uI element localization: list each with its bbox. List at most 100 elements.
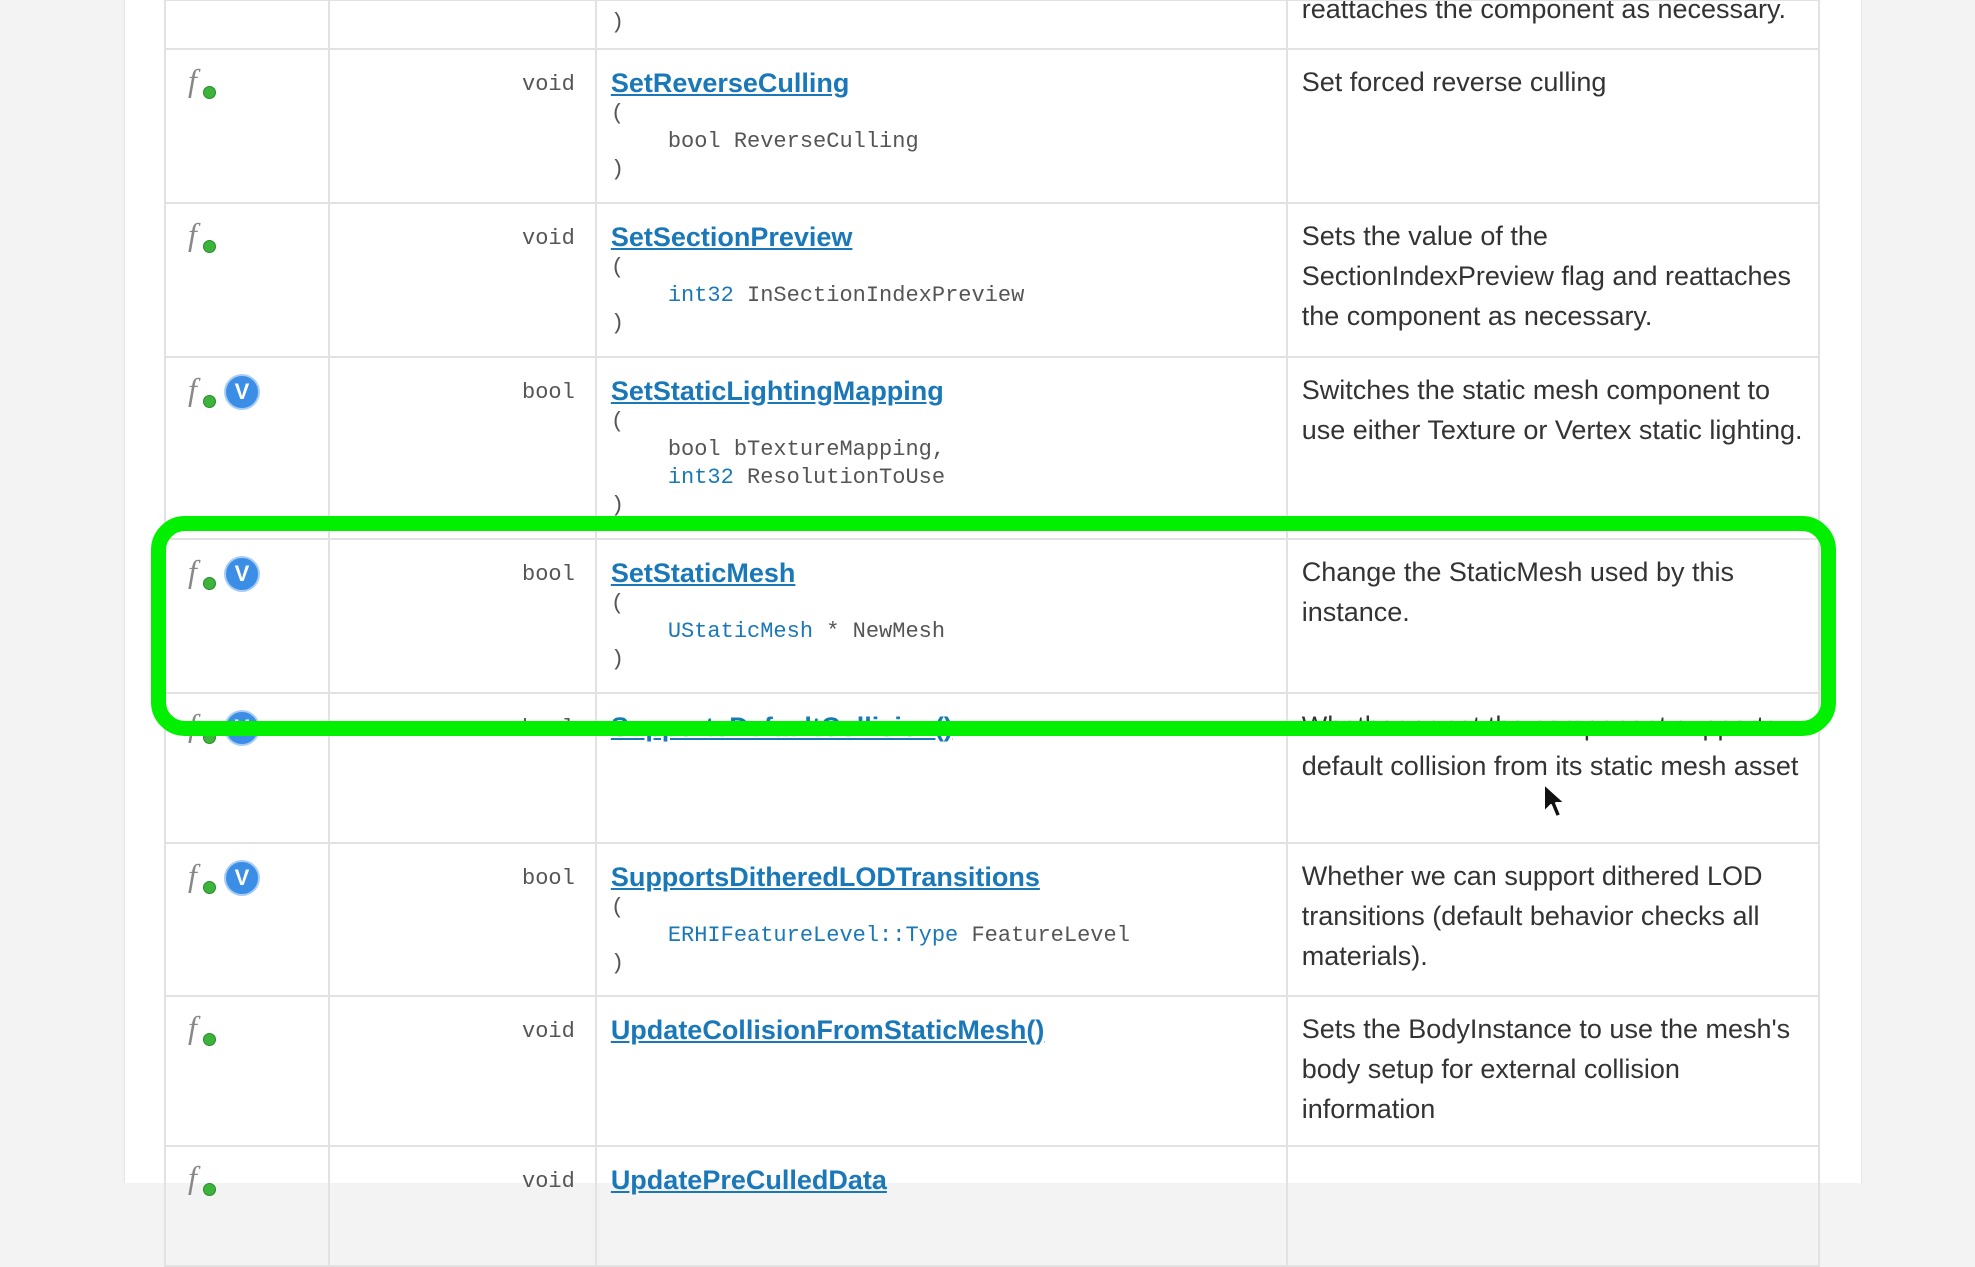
parameter: bool ReverseCulling	[611, 128, 1272, 156]
virtual-icon: V	[224, 556, 260, 592]
param-name: bool ReverseCulling	[667, 129, 919, 154]
description-cell: Change the StaticMesh used by this insta…	[1285, 538, 1821, 694]
param-name: InSectionIndexPreview	[733, 283, 1025, 308]
return-type: bool	[522, 380, 575, 405]
function-link-supportsditheredlodtransitions[interactable]: SupportsDitheredLODTransitions	[611, 860, 1040, 894]
table-row: f void SetReverseCulling ( bool ReverseC…	[164, 48, 1821, 204]
return-type: void	[522, 1169, 575, 1194]
return-type: void	[522, 72, 575, 97]
table-row: f V bool SupportsDitheredLODTransitions …	[164, 842, 1821, 997]
table-row: f void UpdatePreCulledData	[164, 1145, 1821, 1267]
icon-cell: f V	[164, 692, 330, 844]
signature-cell: SetSectionPreview ( int32 InSectionIndex…	[594, 202, 1288, 358]
function-link-supportsdefaultcollision[interactable]: SupportsDefaultCollision()	[611, 710, 953, 744]
signature: ( ERHIFeatureLevel::Type FeatureLevel )	[611, 894, 1272, 978]
signature-cell: UpdatePreCulledData	[594, 1145, 1288, 1267]
open-paren: (	[610, 101, 625, 126]
signature: ( bool ReverseCulling )	[611, 100, 1272, 184]
parameter: int32 ResolutionToUse	[611, 464, 1272, 492]
icon-cell: f	[164, 48, 330, 204]
function-icon: f	[186, 857, 216, 895]
function-icon: f	[186, 707, 216, 745]
function-icon: f	[186, 371, 216, 409]
description: Change the StaticMesh used by this insta…	[1301, 557, 1734, 627]
icon-cell	[164, 0, 330, 50]
description: reattaches the component as necessary.	[1301, 0, 1787, 24]
description	[1289, 1148, 1817, 1159]
function-link-setstaticmesh[interactable]: SetStaticMesh	[611, 556, 796, 590]
param-type: int32	[667, 283, 734, 308]
param-type: UStaticMesh	[667, 619, 814, 644]
signature-cell: SetReverseCulling ( bool ReverseCulling …	[594, 48, 1288, 204]
return-type-cell: bool	[327, 692, 597, 844]
signature: ( bool bTextureMapping, int32 Resolution…	[611, 408, 1272, 520]
function-icon: f	[186, 62, 216, 100]
icon-cell: f	[164, 1145, 330, 1267]
return-type-cell: void	[327, 995, 597, 1147]
description-cell: Set forced reverse culling	[1285, 48, 1821, 204]
close-paren: )	[610, 10, 625, 35]
description: Sets the value of the SectionIndexPrevie…	[1301, 221, 1792, 331]
return-type-cell: bool	[327, 356, 597, 540]
signature: )	[598, 2, 1285, 37]
signature: ( UStaticMesh * NewMesh )	[611, 590, 1272, 674]
description-cell: reattaches the component as necessary.	[1285, 0, 1821, 50]
open-paren: (	[610, 591, 625, 616]
parameter: int32 InSectionIndexPreview	[611, 282, 1272, 310]
member-functions-table: ) reattaches the component as necessary.…	[164, 0, 1821, 1267]
open-paren: (	[610, 255, 625, 280]
table-row: f V bool SupportsDefaultCollision() Whet…	[164, 692, 1821, 844]
close-paren: )	[610, 647, 625, 672]
function-icon: f	[186, 1159, 216, 1197]
description-cell: Switches the static mesh component to us…	[1285, 356, 1821, 540]
signature-cell: )	[594, 0, 1288, 50]
return-type-cell: bool	[327, 842, 597, 997]
parameter: bool bTextureMapping,	[611, 436, 1272, 464]
function-icon: f	[186, 216, 216, 254]
function-icon: f	[186, 553, 216, 591]
parameter: ERHIFeatureLevel::Type FeatureLevel	[611, 922, 1272, 950]
function-link-setreverseculling[interactable]: SetReverseCulling	[611, 66, 850, 100]
icon-cell: f V	[164, 356, 330, 540]
mouse-cursor-icon	[1543, 783, 1566, 818]
function-link-updateprecullleddata[interactable]: UpdatePreCulledData	[611, 1163, 887, 1197]
signature-cell: SetStaticMesh ( UStaticMesh * NewMesh )	[594, 538, 1288, 694]
close-paren: )	[610, 951, 625, 976]
table-row: f V bool SetStaticLightingMapping ( bool…	[164, 356, 1821, 540]
function-icon: f	[186, 1009, 216, 1047]
signature-cell: SupportsDefaultCollision()	[594, 692, 1288, 844]
table-row: f void SetSectionPreview ( int32 InSecti…	[164, 202, 1821, 358]
table-row: f void UpdateCollisionFromStaticMesh() S…	[164, 995, 1821, 1147]
param-name: FeatureLevel	[958, 923, 1130, 948]
virtual-icon: V	[224, 860, 260, 896]
description: Whether we can support dithered LOD tran…	[1301, 861, 1763, 971]
close-paren: )	[610, 493, 625, 518]
return-type: void	[522, 226, 575, 251]
param-name: ResolutionToUse	[733, 465, 946, 490]
function-link-setstaticlightingmapping[interactable]: SetStaticLightingMapping	[611, 374, 944, 408]
signature-cell: SetStaticLightingMapping ( bool bTexture…	[594, 356, 1288, 540]
function-link-setsectionpreview[interactable]: SetSectionPreview	[611, 220, 853, 254]
description-cell: Whether we can support dithered LOD tran…	[1285, 842, 1821, 997]
return-type-cell: void	[327, 1145, 597, 1267]
table-row: f V bool SetStaticMesh ( UStaticMesh * N…	[164, 538, 1821, 694]
function-link-updatecollisionfromstaticmesh[interactable]: UpdateCollisionFromStaticMesh()	[611, 1013, 1045, 1047]
close-paren: )	[610, 311, 625, 336]
description: Switches the static mesh component to us…	[1301, 375, 1803, 445]
signature-cell: SupportsDitheredLODTransitions ( ERHIFea…	[594, 842, 1288, 997]
return-type: bool	[522, 562, 575, 587]
virtual-icon: V	[224, 374, 260, 410]
open-paren: (	[610, 409, 625, 434]
icon-cell: f	[164, 202, 330, 358]
table-row: ) reattaches the component as necessary.	[164, 0, 1821, 50]
close-paren: )	[610, 157, 625, 182]
description-cell: Sets the BodyInstance to use the mesh's …	[1285, 995, 1821, 1147]
return-type-cell: bool	[327, 538, 597, 694]
return-type-cell: void	[327, 202, 597, 358]
icon-cell: f V	[164, 842, 330, 997]
signature: ( int32 InSectionIndexPreview )	[611, 254, 1272, 338]
description: Sets the BodyInstance to use the mesh's …	[1301, 1014, 1791, 1124]
icon-cell: f V	[164, 538, 330, 694]
param-name: bool bTextureMapping,	[667, 437, 946, 462]
description: Whether or not the component supports de…	[1301, 711, 1799, 781]
